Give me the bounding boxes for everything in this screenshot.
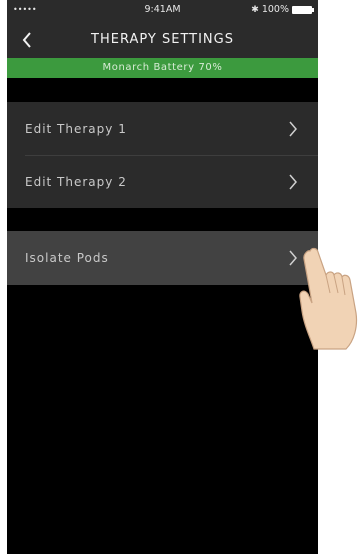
- nav-bar: THERAPY SETTINGS: [7, 22, 318, 58]
- edit-therapy-2-row[interactable]: Edit Therapy 2: [7, 155, 318, 208]
- row-label: Edit Therapy 1: [25, 121, 127, 136]
- battery-icon: [292, 5, 314, 14]
- status-right: ✱ 100%: [251, 4, 314, 15]
- phone-screen: ••••• 9:41AM ✱ 100% THERAPY SETTINGS Mon…: [7, 0, 318, 554]
- row-label: Isolate Pods: [25, 250, 109, 265]
- therapy-group: Edit Therapy 1 Edit Therapy 2: [7, 102, 318, 208]
- section-spacer: [7, 78, 318, 102]
- pointing-hand-icon: [299, 247, 358, 350]
- chevron-right-icon: [289, 174, 297, 190]
- isolate-pods-row[interactable]: Isolate Pods: [7, 231, 318, 284]
- status-bar: ••••• 9:41AM ✱ 100%: [7, 0, 318, 22]
- edit-therapy-1-row[interactable]: Edit Therapy 1: [7, 102, 318, 156]
- battery-percent: 100%: [261, 4, 289, 15]
- row-label: Edit Therapy 2: [25, 174, 127, 189]
- page-title: THERAPY SETTINGS: [91, 32, 234, 47]
- chevron-right-icon: [289, 121, 297, 137]
- battery-status-banner: Monarch Battery 70%: [7, 58, 318, 78]
- isolate-group: Isolate Pods: [7, 231, 318, 285]
- bluetooth-icon: ✱: [251, 4, 259, 15]
